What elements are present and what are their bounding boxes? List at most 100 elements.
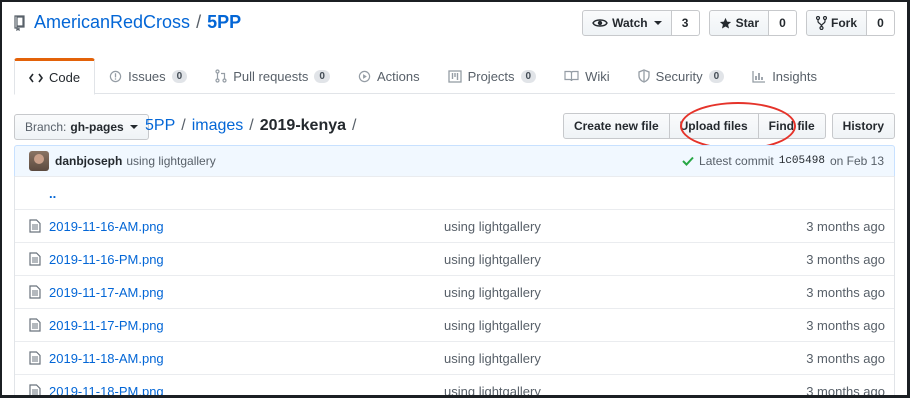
create-new-file-button[interactable]: Create new file: [562, 113, 670, 139]
tab-label: Actions: [376, 68, 420, 84]
file-name-link[interactable]: 2019-11-16-AM.png: [49, 219, 444, 234]
table-row: 2019-11-16-PM.png using lightgallery 3 m…: [15, 242, 894, 275]
file-age: 3 months ago: [806, 383, 885, 398]
file-icon: [29, 351, 45, 365]
fork-icon: [815, 16, 827, 30]
github-repo-window: AmericanRedCross / 5PP Watch 3 Star 0 Fo…: [0, 0, 910, 398]
tab-label: Projects: [467, 68, 515, 84]
upload-files-button[interactable]: Upload files: [668, 113, 759, 139]
issue-icon: [109, 70, 122, 83]
parent-directory-link[interactable]: ..: [49, 186, 56, 201]
find-file-button[interactable]: Find file: [757, 113, 826, 139]
chevron-down-icon: [653, 21, 662, 25]
file-name-link[interactable]: 2019-11-16-PM.png: [49, 252, 444, 267]
commit-author-link[interactable]: danbjoseph: [55, 154, 122, 168]
file-name-link[interactable]: 2019-11-17-AM.png: [49, 285, 444, 300]
file-icon: [29, 285, 45, 299]
file-name-link[interactable]: 2019-11-18-PM.png: [49, 384, 444, 396]
file-age: 3 months ago: [806, 218, 885, 234]
tab-issues[interactable]: Issues 0: [95, 58, 201, 94]
tab-actions[interactable]: Actions: [344, 58, 434, 94]
tab-label: Security: [655, 68, 703, 84]
repo-icon: [14, 14, 26, 31]
check-icon: [682, 156, 694, 166]
project-icon: [447, 69, 462, 83]
star-group: Star 0: [708, 10, 797, 36]
star-icon: [719, 17, 732, 30]
branch-label: Branch:: [25, 120, 67, 134]
fork-group: Fork 0: [805, 10, 895, 36]
shield-icon: [638, 69, 650, 83]
tab-projects[interactable]: Projects 0: [434, 58, 551, 94]
tab-counter: 0: [171, 69, 188, 83]
file-name-link[interactable]: 2019-11-18-AM.png: [49, 351, 444, 366]
table-row: 2019-11-17-PM.png using lightgallery 3 m…: [15, 308, 894, 341]
fork-count[interactable]: 0: [867, 10, 895, 36]
pull-request-icon: [215, 69, 227, 83]
repo-owner-link[interactable]: AmericanRedCross: [34, 12, 190, 33]
commit-message-link[interactable]: using lightgallery: [126, 154, 215, 168]
branch-value: gh-pages: [70, 120, 124, 134]
tab-pull-requests[interactable]: Pull requests 0: [201, 58, 344, 94]
fork-button[interactable]: Fork: [805, 10, 867, 36]
file-name-link[interactable]: 2019-11-17-PM.png: [49, 318, 444, 333]
watch-label: Watch: [612, 16, 648, 30]
table-row: 2019-11-18-AM.png using lightgallery 3 m…: [15, 341, 894, 374]
file-commit-message-link[interactable]: using lightgallery: [444, 219, 744, 234]
watch-button[interactable]: Watch: [582, 10, 672, 36]
watch-group: Watch 3: [582, 10, 700, 36]
tab-wiki[interactable]: Wiki: [550, 58, 624, 94]
tab-insights[interactable]: Insights: [738, 58, 831, 94]
breadcrumb-separator: /: [352, 117, 357, 134]
repo-separator: /: [196, 12, 202, 32]
tab-security[interactable]: Security 0: [624, 58, 739, 94]
tab-counter: 0: [708, 69, 725, 83]
file-icon: [29, 384, 45, 395]
breadcrumb-separator: /: [249, 117, 254, 134]
repo-title: AmericanRedCross / 5PP: [14, 12, 241, 33]
file-commit-message-link[interactable]: using lightgallery: [444, 318, 744, 333]
file-navigation-buttons: Create new file Upload files Find file H…: [562, 113, 895, 139]
repo-name-link[interactable]: 5PP: [207, 12, 241, 33]
file-list: .. 2019-11-16-AM.png using lightgallery …: [14, 176, 895, 398]
fork-label: Fork: [830, 16, 857, 30]
file-icon: [29, 318, 45, 332]
file-icon: [29, 219, 45, 233]
file-age: 3 months ago: [806, 251, 885, 267]
avatar[interactable]: [29, 151, 49, 171]
file-commit-message-link[interactable]: using lightgallery: [444, 252, 744, 267]
tab-counter: 0: [520, 69, 537, 83]
table-row: 2019-11-17-AM.png using lightgallery 3 m…: [15, 275, 894, 308]
tab-counter: 0: [314, 69, 330, 83]
tab-code[interactable]: Code: [14, 58, 96, 95]
star-label: Star: [735, 16, 759, 30]
play-icon: [358, 70, 371, 83]
branch-selector[interactable]: Branch: gh-pages: [14, 114, 149, 140]
eye-icon: [592, 17, 608, 29]
tab-label: Insights: [772, 68, 817, 84]
commit-date: on Feb 13: [829, 154, 884, 168]
chevron-down-icon: [129, 125, 138, 129]
file-icon: [29, 252, 45, 266]
tab-label: Code: [49, 70, 81, 85]
book-icon: [564, 70, 579, 82]
table-row: 2019-11-18-PM.png using lightgallery 3 m…: [15, 374, 894, 398]
repo-actions: Watch 3 Star 0 Fork 0: [582, 10, 895, 36]
latest-commit-bar: danbjoseph using lightgallery Latest com…: [14, 145, 895, 177]
commit-sha-link[interactable]: 1c05498: [779, 155, 825, 167]
file-commit-message-link[interactable]: using lightgallery: [444, 285, 744, 300]
watch-count[interactable]: 3: [671, 10, 700, 36]
history-button[interactable]: History: [831, 113, 895, 139]
graph-icon: [752, 70, 766, 83]
tab-label: Wiki: [585, 68, 610, 84]
breadcrumb-current: 2019-kenya: [259, 117, 347, 134]
file-commit-message-link[interactable]: using lightgallery: [444, 384, 744, 396]
file-age: 3 months ago: [806, 284, 885, 300]
breadcrumb-separator: /: [181, 117, 186, 134]
breadcrumb-root-link[interactable]: 5PP: [145, 117, 175, 135]
file-age: 3 months ago: [806, 350, 885, 366]
breadcrumb-images-link[interactable]: images: [192, 117, 244, 135]
file-commit-message-link[interactable]: using lightgallery: [444, 351, 744, 366]
star-button[interactable]: Star: [708, 10, 769, 36]
star-count[interactable]: 0: [768, 10, 797, 36]
